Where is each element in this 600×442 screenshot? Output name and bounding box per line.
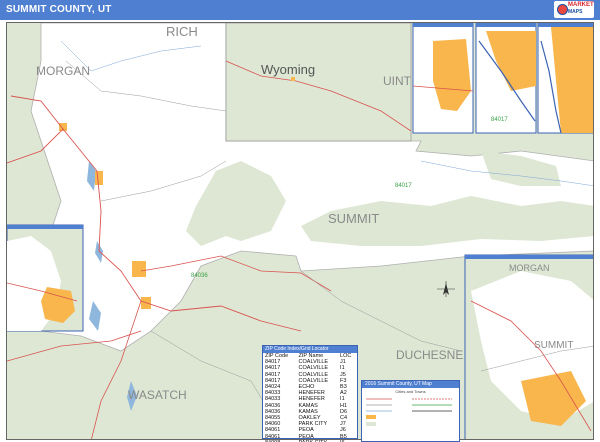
table-row: 84017 COALVILLE J5	[263, 372, 357, 378]
table-row: 84061 PEOA B5	[263, 434, 357, 440]
table-row: 84017 COALVILLE I1	[263, 365, 357, 371]
table-row: 84036 KAMAS H1	[263, 403, 357, 409]
table-row: 84061 PEOA J6	[263, 427, 357, 433]
urban-area-henefer	[59, 123, 67, 131]
county-label-duchesne: DUCHESNE	[396, 348, 463, 362]
county-label-morgan: MORGAN	[36, 64, 90, 78]
state-label-wyoming: Wyoming	[261, 62, 315, 77]
zip-index-panel: ZIP Code Index/Grid Locator ZIP Code ZIP…	[262, 345, 358, 442]
zip-label-84017: 84017	[395, 183, 412, 189]
publisher-logo: MARKET MAPS	[554, 1, 594, 18]
legend-title: 2016 Summit County, UT Map	[362, 381, 459, 388]
map-title: SUMMIT COUNTY, UT	[6, 4, 112, 15]
inset-map-header	[413, 23, 473, 27]
logo-mark-blue: MAPS	[568, 9, 583, 15]
logo-mark-red: MARKET	[568, 2, 594, 8]
inset-map-header	[538, 23, 593, 27]
globe-icon	[557, 4, 568, 15]
urban-area-coalville	[95, 171, 103, 185]
table-row: 84033 HENEFER I1	[263, 396, 357, 402]
urban-area-oakley	[132, 261, 146, 277]
map-page: SUMMIT COUNTY, UT MARKET MAPS RICH MORGA…	[0, 0, 600, 442]
zip-index-table: ZIP Code ZIP Name LOC 84017 COALVILLE J1 84…	[263, 353, 357, 442]
county-label-summit: SUMMIT	[328, 211, 379, 226]
county-label-uinta: UINT	[383, 74, 412, 88]
inset-label-summit: SUMMIT	[534, 340, 573, 351]
legend-swatches	[366, 398, 452, 426]
inset-map-header	[476, 23, 536, 27]
zip-label-84036: 84036	[191, 273, 208, 279]
inset-map-header	[7, 225, 83, 229]
urban-area-evanston	[291, 77, 295, 81]
zip-index-title: ZIP Code Index/Grid Locator	[263, 346, 357, 353]
inset-label-morgan: MORGAN	[509, 263, 550, 273]
county-label-wasatch: WASATCH	[128, 388, 187, 402]
inset-map-header	[465, 255, 593, 259]
county-label-rich: RICH	[166, 24, 198, 39]
map-legend: 2016 Summit County, UT Map Cities and To…	[361, 380, 460, 442]
title-bar: SUMMIT COUNTY, UT MARKET MAPS	[0, 0, 600, 20]
zip-label-inset: 84017	[491, 117, 508, 123]
